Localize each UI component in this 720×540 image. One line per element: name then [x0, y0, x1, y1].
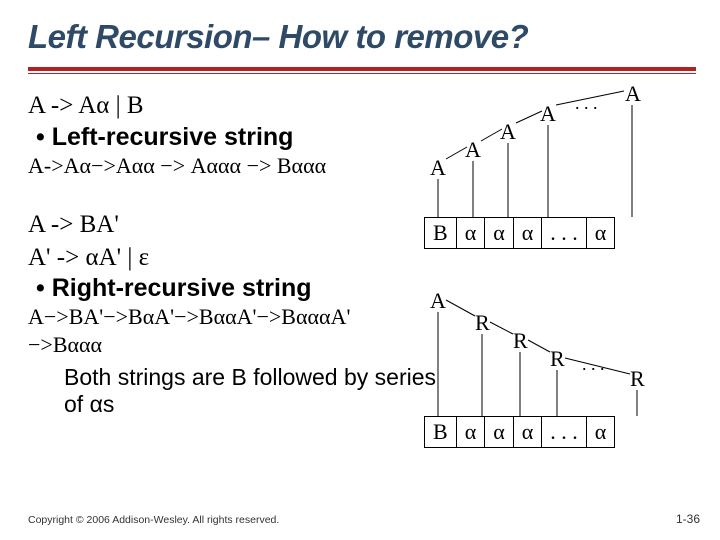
derivation-right-b: −>Bααα — [28, 331, 458, 359]
grammar-rule-2a: A -> BA' — [28, 209, 458, 242]
tree2-A: A — [430, 288, 446, 314]
tree2-R4: R — [630, 366, 645, 392]
tree1-dots: . . . — [575, 93, 598, 114]
slide-title: Left Recursion– How to remove? — [28, 18, 528, 56]
tree2-R1: R — [475, 310, 490, 336]
tree1-A5: A — [625, 81, 641, 107]
bullet-left-recursive: Left-recursive string — [36, 123, 458, 152]
tree2-R3: R — [550, 346, 565, 372]
tree2-row-a1: α — [457, 417, 486, 447]
slide: Left Recursion– How to remove? A -> Aα |… — [0, 0, 720, 540]
tree1-row-B: B — [425, 218, 457, 248]
derivation-left: A->Aα−>Aαα −> Aααα −> Bααα — [28, 152, 458, 180]
summary-note: Both strings are B followed by series of… — [64, 364, 458, 418]
tree1-A4: A — [540, 101, 556, 127]
tree2-row-an: α — [587, 417, 615, 447]
tree2-dots: . . . — [582, 354, 605, 375]
tree2-row-B: B — [425, 417, 457, 447]
body-left-column: A -> Aα | B Left-recursive string A->Aα−… — [28, 90, 458, 418]
right-recursive-block: A -> BA' A' -> αA' | ε Right-recursive s… — [28, 179, 458, 418]
page-number: 1-36 — [676, 512, 700, 526]
copyright-footer: Copyright © 2006 Addison-Wesley. All rig… — [28, 514, 279, 526]
tree1-A1: A — [430, 155, 446, 181]
title-underline-thick — [28, 67, 696, 71]
tree1-result-row: B α α α . . . α — [424, 217, 615, 249]
tree1-row-a1: α — [457, 218, 486, 248]
tree2-row-a3: α — [514, 417, 543, 447]
tree2-row-dots: . . . — [542, 417, 587, 447]
grammar-rule-1: A -> Aα | B — [28, 90, 458, 123]
tree2-R2: R — [513, 328, 528, 354]
tree1-row-a2: α — [485, 218, 514, 248]
tree1-A3: A — [500, 119, 516, 145]
tree1-A2: A — [465, 137, 481, 163]
derivation-right-a: A−>BA'−>BαA'−>BααA'−>BαααA' — [28, 303, 458, 331]
tree1-row-dots: . . . — [542, 218, 587, 248]
tree1-row-an: α — [587, 218, 615, 248]
tree2-result-row: B α α α . . . α — [424, 416, 615, 448]
title-underline-thin — [28, 73, 696, 74]
tree2-row-a2: α — [485, 417, 514, 447]
tree1-row-a3: α — [514, 218, 543, 248]
grammar-rule-2b: A' -> αA' | ε — [28, 242, 458, 275]
bullet-right-recursive: Right-recursive string — [36, 274, 458, 303]
